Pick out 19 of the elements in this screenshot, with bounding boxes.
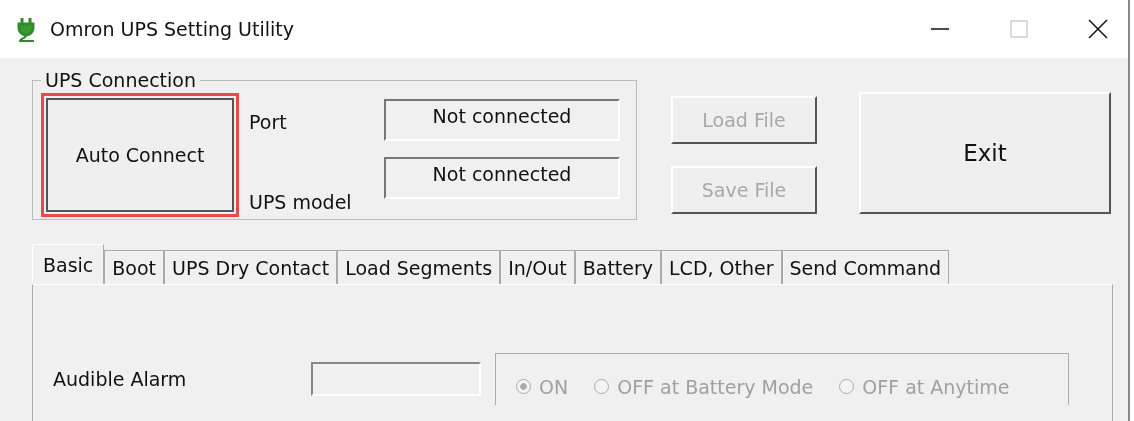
tab[interactable]: In/Out bbox=[500, 250, 575, 284]
status-field: Not connected bbox=[384, 157, 620, 199]
tab[interactable]: Load Segments bbox=[337, 250, 501, 284]
auto-connect-button[interactable]: Auto Connect bbox=[46, 98, 234, 212]
field-label: UPS model bbox=[249, 191, 353, 213]
setting-label: Audible Alarm bbox=[53, 368, 188, 390]
close-icon[interactable] bbox=[1088, 19, 1108, 39]
plug-icon bbox=[16, 16, 38, 42]
tab[interactable]: Boot bbox=[104, 250, 165, 284]
window-title: Omron UPS Setting Utility bbox=[50, 18, 294, 40]
tab[interactable]: Battery bbox=[574, 250, 662, 284]
tab[interactable]: UPS Dry Contact bbox=[164, 250, 338, 284]
tab[interactable]: Send Command bbox=[781, 250, 950, 284]
tab[interactable]: Basic bbox=[32, 244, 105, 284]
input-field[interactable] bbox=[311, 362, 481, 396]
status-field: Not connected bbox=[384, 99, 620, 141]
exit-button[interactable]: Exit bbox=[859, 92, 1111, 214]
field-label: Port bbox=[249, 111, 288, 133]
tab[interactable]: LCD, Other bbox=[661, 250, 782, 284]
